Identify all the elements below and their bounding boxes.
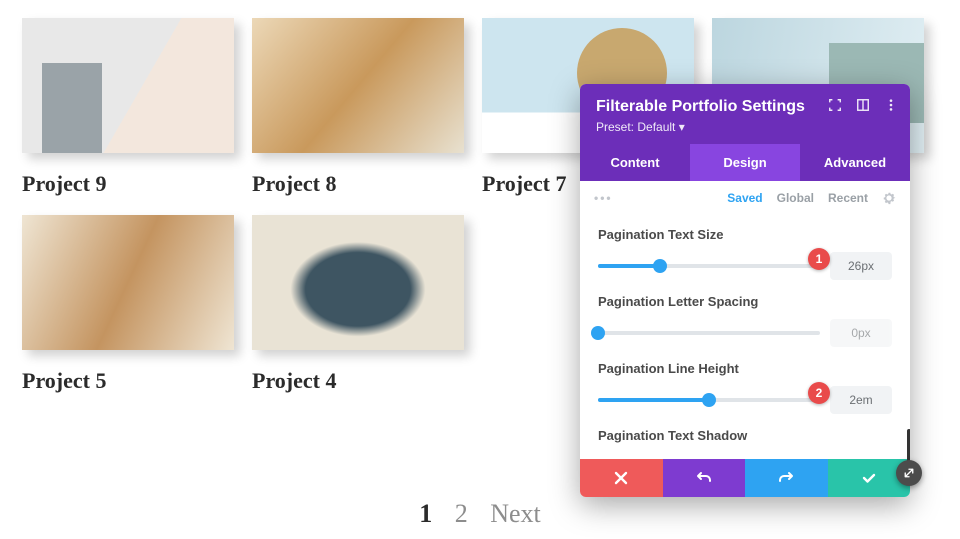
filter-global[interactable]: Global [777, 191, 814, 205]
tab-advanced[interactable]: Advanced [800, 144, 910, 181]
portfolio-title[interactable]: Project 4 [252, 368, 464, 394]
pagination-next[interactable]: Next [490, 499, 541, 528]
portfolio-card[interactable]: Project 5 [22, 215, 234, 394]
preset-row[interactable]: Preset: Default ▾ [596, 120, 894, 134]
annotation-badge-1: 1 [808, 248, 830, 270]
portfolio-thumb[interactable] [252, 18, 464, 153]
panel-footer [580, 459, 910, 497]
expand-panel-button[interactable] [896, 460, 922, 486]
columns-icon[interactable] [856, 98, 870, 112]
more-icon[interactable] [884, 98, 898, 112]
control-label: Pagination Text Shadow [598, 428, 892, 443]
portfolio-card[interactable]: Project 4 [252, 215, 464, 394]
pagination: 1 2 Next [0, 499, 960, 529]
panel-body: Pagination Text Size 26px 1 Pagination L… [580, 211, 910, 459]
value-letter-spacing[interactable]: 0px [830, 319, 892, 347]
value-text-size[interactable]: 26px [830, 252, 892, 280]
slider-letter-spacing[interactable] [598, 331, 820, 335]
pagination-page[interactable]: 2 [455, 499, 468, 528]
control-text-size: Pagination Text Size 26px 1 [598, 227, 892, 280]
pagination-page-current[interactable]: 1 [419, 499, 432, 528]
portfolio-thumb[interactable] [22, 18, 234, 153]
tab-design[interactable]: Design [690, 144, 800, 181]
control-line-height: Pagination Line Height 2em 2 [598, 361, 892, 414]
annotation-badge-2: 2 [808, 382, 830, 404]
control-label: Pagination Letter Spacing [598, 294, 892, 309]
slider-line-height[interactable] [598, 398, 820, 402]
filter-saved[interactable]: Saved [727, 191, 762, 205]
settings-panel: Filterable Portfolio Settings Preset: De… [580, 84, 910, 497]
control-text-shadow: Pagination Text Shadow [598, 428, 892, 443]
slider-text-size[interactable] [598, 264, 820, 268]
portfolio-thumb[interactable] [252, 215, 464, 350]
control-label: Pagination Line Height [598, 361, 892, 376]
filter-row: ••• Saved Global Recent [580, 181, 910, 211]
control-label: Pagination Text Size [598, 227, 892, 242]
gear-icon[interactable] [882, 191, 896, 205]
preset-label: Preset: [596, 120, 634, 134]
portfolio-card[interactable]: Project 8 [252, 18, 464, 197]
preset-value: Default [637, 120, 675, 134]
undo-button[interactable] [663, 459, 746, 497]
panel-tabs: Content Design Advanced [580, 144, 910, 181]
portfolio-title[interactable]: Project 9 [22, 171, 234, 197]
cancel-button[interactable] [580, 459, 663, 497]
portfolio-title[interactable]: Project 5 [22, 368, 234, 394]
panel-header[interactable]: Filterable Portfolio Settings Preset: De… [580, 84, 910, 144]
redo-button[interactable] [745, 459, 828, 497]
more-dots-icon[interactable]: ••• [594, 191, 713, 205]
portfolio-thumb[interactable] [22, 215, 234, 350]
value-line-height[interactable]: 2em [830, 386, 892, 414]
focus-icon[interactable] [828, 98, 842, 112]
control-letter-spacing: Pagination Letter Spacing 0px [598, 294, 892, 347]
portfolio-card[interactable]: Project 9 [22, 18, 234, 197]
filter-recent[interactable]: Recent [828, 191, 868, 205]
chevron-down-icon: ▾ [679, 120, 685, 134]
portfolio-title[interactable]: Project 8 [252, 171, 464, 197]
tab-content[interactable]: Content [580, 144, 690, 181]
